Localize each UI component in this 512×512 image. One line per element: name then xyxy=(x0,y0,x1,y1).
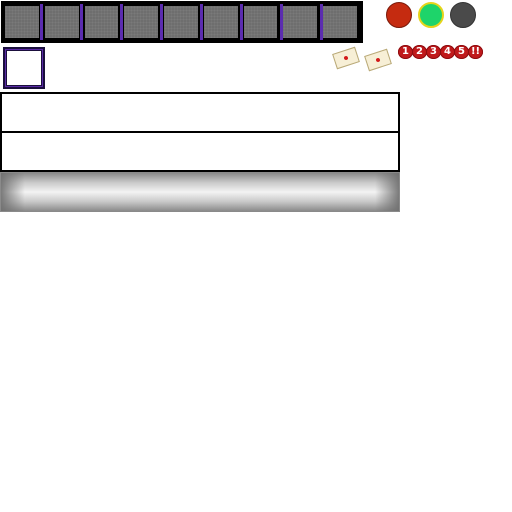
number-token[interactable]: 3 xyxy=(426,45,441,59)
hotbar xyxy=(1,1,363,43)
hotbar-separator xyxy=(160,4,163,40)
number-token[interactable]: !! xyxy=(468,45,483,59)
text-panel-1 xyxy=(0,92,400,133)
gradient-bar xyxy=(0,172,400,212)
game-ui-screen: 1 2 3 4 5!! xyxy=(0,0,512,512)
hotbar-separator xyxy=(320,4,323,40)
hotbar-slot[interactable] xyxy=(5,6,39,38)
hotbar-separator xyxy=(40,4,43,40)
hotbar-separator xyxy=(200,4,203,40)
number-token[interactable]: 5 xyxy=(454,45,469,59)
envelope-icon[interactable] xyxy=(364,48,392,72)
selected-item-frame[interactable] xyxy=(3,47,45,89)
hotbar-slot[interactable] xyxy=(84,6,119,38)
text-panel-2 xyxy=(0,131,400,172)
hotbar-separator xyxy=(80,4,83,40)
hotbar-slot[interactable] xyxy=(124,6,159,38)
hotbar-slot[interactable] xyxy=(283,6,318,38)
hotbar-slot[interactable] xyxy=(243,6,278,38)
envelope-icon[interactable] xyxy=(332,46,360,70)
red-status-light[interactable] xyxy=(386,2,412,28)
hotbar-slot[interactable] xyxy=(323,6,358,38)
green-status-light[interactable] xyxy=(418,2,444,28)
hotbar-separator xyxy=(120,4,123,40)
number-token-row: 1 2 3 4 5!! xyxy=(398,45,483,59)
number-token[interactable]: 1 xyxy=(398,45,413,59)
hotbar-separator xyxy=(240,4,243,40)
hotbar-slot[interactable] xyxy=(44,6,79,38)
number-token[interactable]: 4 xyxy=(440,45,455,59)
hotbar-separator xyxy=(280,4,283,40)
number-token[interactable]: 2 xyxy=(412,45,427,59)
hotbar-slot[interactable] xyxy=(203,6,238,38)
hotbar-slot[interactable] xyxy=(164,6,198,38)
gray-status-light[interactable] xyxy=(450,2,476,28)
